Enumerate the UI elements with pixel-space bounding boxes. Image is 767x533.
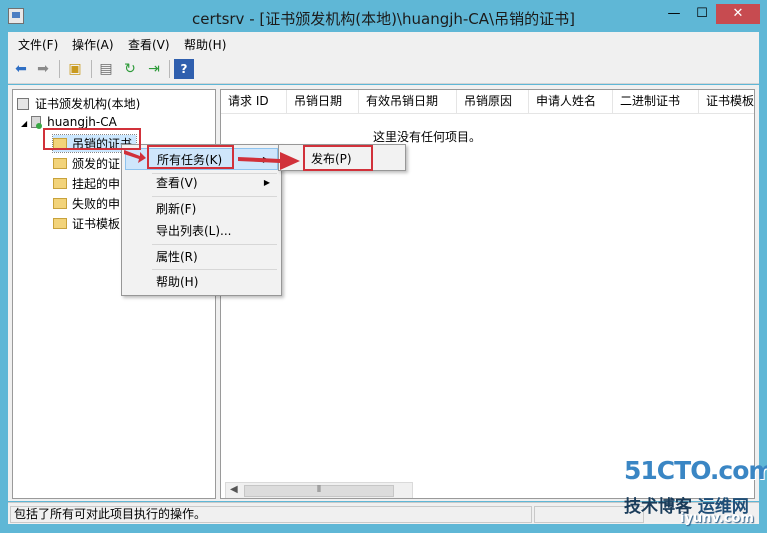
tree-folder-label: 挂起的申 [72,177,121,191]
close-button[interactable]: ✕ [716,4,760,24]
expand-icon[interactable]: ◢ [21,119,27,128]
folder-icon [53,218,67,229]
minimize-button[interactable]: — [661,4,687,24]
submenu-arrow-icon: ▶ [263,178,270,187]
menu-item-export-list[interactable]: 导出列表(L)... [125,220,278,242]
submenu-arrow-icon: ▶ [262,155,269,164]
maximize-button[interactable]: ☐ [689,4,715,24]
scroll-left-icon[interactable]: ◀ [230,484,238,495]
column-header-effective-revocation-date[interactable]: 有效吊销日期 [359,90,457,114]
refresh-icon[interactable]: ↻ [120,59,140,79]
folder-icon [53,178,67,189]
column-header-binary-certificate[interactable]: 二进制证书 [613,90,699,114]
status-text: 包括了所有可对此项目执行的操作。 [10,506,532,523]
window-title: certsrv - [证书颁发机构(本地)\huangjh-CA\吊销的证书] [192,10,575,28]
tree-folder-label: 证书模板 [72,217,121,231]
up-folder-icon[interactable]: ▣ [65,59,85,79]
ca-server-icon [31,116,43,129]
menu-item-label: 属性(R) [156,250,198,264]
folder-icon [53,198,67,209]
tree-folder-issued[interactable]: 颁发的证 [53,155,120,172]
title-bar: certsrv - [证书颁发机构(本地)\huangjh-CA\吊销的证书] … [0,0,767,32]
tree-folder-pending[interactable]: 挂起的申 [53,175,120,192]
column-header-certificate-template[interactable]: 证书模板 [699,90,754,114]
menu-item-refresh[interactable]: 刷新(F) [125,198,278,220]
tree-root-label: 证书颁发机构(本地) [35,97,141,111]
menu-separator [152,196,277,197]
watermark-brand: 51CTO.com [624,456,767,485]
column-header-revocation-date[interactable]: 吊销日期 [287,90,359,114]
menu-file[interactable]: 文件(F) [18,36,58,53]
tree-ca-label: huangjh-CA [47,115,117,129]
column-header-request-id[interactable]: 请求 ID [221,90,287,114]
menu-item-help[interactable]: 帮助(H) [125,271,278,293]
horizontal-scrollbar[interactable]: ◀ ⦀ [225,482,413,498]
tree-root[interactable]: 证书颁发机构(本地) [17,95,140,112]
menu-item-label: 刷新(F) [156,202,197,216]
empty-list-message: 这里没有任何项目。 [372,130,481,144]
tree-folder-templates[interactable]: 证书模板 [53,215,120,232]
forward-icon[interactable]: ➡ [33,59,53,79]
menu-bar: 文件(F) 操作(A) 查看(V) 帮助(H) [8,32,759,54]
toolbar-separator [169,60,170,78]
annotation-box-all-tasks [147,145,234,169]
menu-item-view[interactable]: 查看(V) ▶ [125,172,278,194]
certificate-authority-icon [17,98,29,110]
column-header-revocation-reason[interactable]: 吊销原因 [457,90,529,114]
menu-item-label: 导出列表(L)... [156,224,232,238]
menu-view[interactable]: 查看(V) [128,36,170,53]
column-header-requester-name[interactable]: 申请人姓名 [529,90,613,114]
tree-folder-label: 失败的申 [72,197,121,211]
properties-icon[interactable]: ▤ [96,59,116,79]
menu-item-label: 帮助(H) [156,275,199,289]
toolbar-separator [59,60,60,78]
help-icon[interactable]: ? [174,59,194,79]
tree-ca-node[interactable]: ◢ huangjh-CA [21,115,117,129]
menu-action[interactable]: 操作(A) [72,36,114,53]
menu-separator [152,269,277,270]
menu-item-properties[interactable]: 属性(R) [125,246,278,268]
menu-help[interactable]: 帮助(H) [184,36,226,53]
annotation-box-revoked-folder [43,128,141,150]
toolbar-separator [91,60,92,78]
folder-icon [53,158,67,169]
tree-folder-failed[interactable]: 失败的申 [53,195,120,212]
watermark-site: iyunv.com [680,511,754,526]
toolbar: ⬅ ➡ ▣ ▤ ↻ ⇥ ? [8,54,759,84]
scroll-thumb[interactable]: ⦀ [244,485,394,497]
back-icon[interactable]: ⬅ [11,59,31,79]
menu-item-label: 查看(V) [156,176,198,190]
export-icon[interactable]: ⇥ [144,59,164,79]
mmc-window: certsrv - [证书颁发机构(本地)\huangjh-CA\吊销的证书] … [0,0,767,533]
tree-folder-label: 颁发的证 [72,157,121,171]
menu-separator [152,244,277,245]
watermark-logo: 51CTO.com 技术博客 运维网 iyunv.com [622,456,767,528]
annotation-box-publish [303,145,373,171]
